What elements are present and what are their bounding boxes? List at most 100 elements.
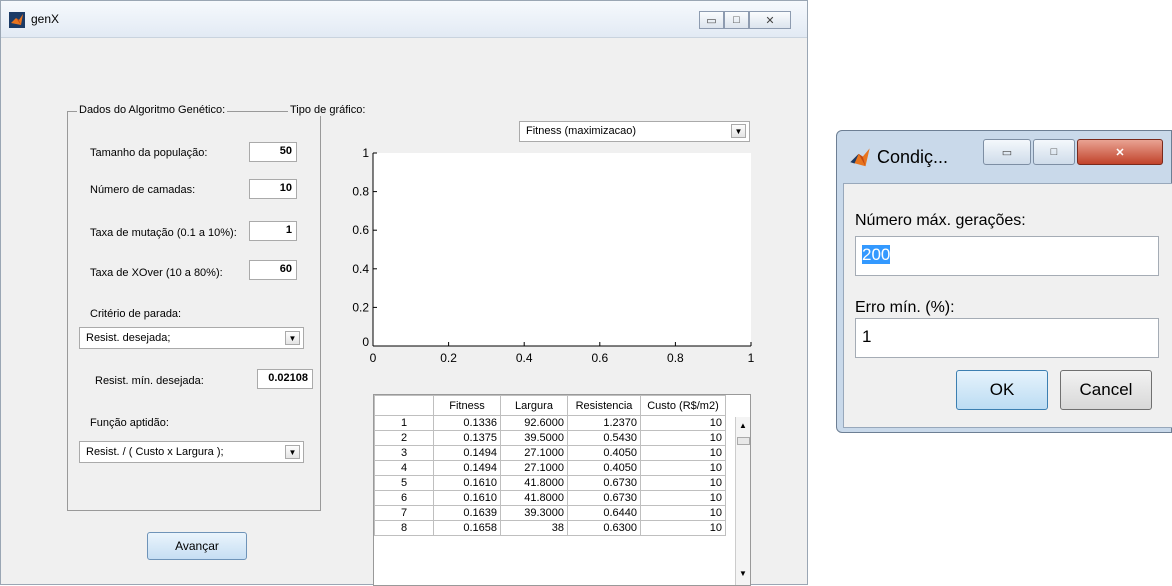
chevron-down-icon: ▼ bbox=[285, 445, 300, 459]
main-title-bar: genX ▭ □ ✕ bbox=[1, 1, 807, 38]
fitness-function-select[interactable]: Resist. / ( Custo x Largura ); ▼ bbox=[79, 441, 304, 463]
minimize-button[interactable]: ▭ bbox=[699, 11, 724, 29]
row-index: 6 bbox=[374, 490, 434, 506]
chart-type-label: Tipo de gráfico: bbox=[288, 104, 368, 116]
max-generations-label: Número máx. gerações: bbox=[855, 212, 1026, 229]
table-cell[interactable]: 0.1336 bbox=[433, 415, 501, 431]
table-cell[interactable]: 41.8000 bbox=[500, 490, 568, 506]
x-tick-label: 1 bbox=[748, 351, 755, 365]
table-cell[interactable]: 1.2370 bbox=[567, 415, 641, 431]
y-tick-label: 0.6 bbox=[352, 223, 369, 237]
row-index: 2 bbox=[374, 430, 434, 446]
row-index: 8 bbox=[374, 520, 434, 536]
table-corner bbox=[374, 395, 434, 416]
table-cell[interactable]: 0.6440 bbox=[567, 505, 641, 521]
table-cell[interactable]: 0.1494 bbox=[433, 445, 501, 461]
dialog-minimize-button[interactable]: ▭ bbox=[983, 139, 1031, 165]
chevron-down-icon: ▼ bbox=[731, 124, 746, 138]
table-cell[interactable]: 92.6000 bbox=[500, 415, 568, 431]
table-cell[interactable]: 0.5430 bbox=[567, 430, 641, 446]
table-cell[interactable]: 0.1639 bbox=[433, 505, 501, 521]
table-cell[interactable]: 0.1494 bbox=[433, 460, 501, 476]
table-cell[interactable]: 38 bbox=[500, 520, 568, 536]
table-cell[interactable]: 10 bbox=[640, 460, 726, 476]
results-table[interactable]: Fitness Largura Resistencia Custo (R$/m2… bbox=[373, 394, 751, 586]
min-error-label: Erro mín. (%): bbox=[855, 299, 955, 316]
table-cell[interactable]: 0.1610 bbox=[433, 490, 501, 506]
table-cell[interactable]: 27.1000 bbox=[500, 460, 568, 476]
scroll-thumb[interactable] bbox=[737, 437, 750, 445]
col-header-custo[interactable]: Custo (R$/m2) bbox=[640, 395, 726, 416]
dialog-close-button[interactable]: ✕ bbox=[1077, 139, 1163, 165]
table-row[interactable]: 7 0.1639 39.3000 0.6440 10 bbox=[374, 505, 726, 521]
table-cell[interactable]: 0.1375 bbox=[433, 430, 501, 446]
window-caption-buttons: ▭ □ ✕ bbox=[699, 11, 791, 29]
table-cell[interactable]: 10 bbox=[640, 430, 726, 446]
mutation-rate-label: Taxa de mutação (0.1 a 10%): bbox=[90, 227, 237, 239]
x-tick-label: 0.2 bbox=[440, 351, 457, 365]
table-cell[interactable]: 41.8000 bbox=[500, 475, 568, 491]
x-tick-label: 0.8 bbox=[667, 351, 684, 365]
dialog-body: Número máx. gerações: 200 Erro mín. (%):… bbox=[843, 183, 1172, 428]
table-row[interactable]: 6 0.1610 41.8000 0.6730 10 bbox=[374, 490, 726, 506]
min-error-input[interactable]: 1 bbox=[855, 318, 1159, 358]
min-resistance-input[interactable]: 0.02108 bbox=[257, 369, 313, 389]
main-window-title: genX bbox=[31, 12, 60, 26]
close-icon: ✕ bbox=[1115, 146, 1125, 159]
table-row[interactable]: 4 0.1494 27.1000 0.4050 10 bbox=[374, 460, 726, 476]
layers-count-input[interactable]: 10 bbox=[249, 179, 297, 199]
table-cell[interactable]: 0.6730 bbox=[567, 490, 641, 506]
stop-criterion-value: Resist. desejada; bbox=[86, 332, 171, 344]
col-header-fitness[interactable]: Fitness bbox=[433, 395, 501, 416]
close-button[interactable]: ✕ bbox=[749, 11, 791, 29]
y-tick-label: 0.4 bbox=[352, 262, 369, 276]
table-cell[interactable]: 10 bbox=[640, 475, 726, 491]
table-row[interactable]: 1 0.1336 92.6000 1.2370 10 bbox=[374, 415, 726, 431]
stop-criterion-select[interactable]: Resist. desejada; ▼ bbox=[79, 327, 304, 349]
dialog-maximize-button[interactable]: □ bbox=[1033, 139, 1075, 165]
table-cell[interactable]: 0.4050 bbox=[567, 445, 641, 461]
min-resistance-label: Resist. mín. desejada: bbox=[95, 375, 204, 387]
table-row[interactable]: 3 0.1494 27.1000 0.4050 10 bbox=[374, 445, 726, 461]
y-tick-label: 0.8 bbox=[352, 185, 369, 199]
table-cell[interactable]: 0.6300 bbox=[567, 520, 641, 536]
table-cell[interactable]: 10 bbox=[640, 505, 726, 521]
table-cell[interactable]: 27.1000 bbox=[500, 445, 568, 461]
table-cell[interactable]: 0.1658 bbox=[433, 520, 501, 536]
scroll-up-icon[interactable]: ▲ bbox=[739, 421, 747, 430]
table-cell[interactable]: 0.6730 bbox=[567, 475, 641, 491]
minimize-icon: ▭ bbox=[1001, 146, 1013, 159]
minimize-icon: ▭ bbox=[706, 14, 717, 27]
dialog-title: Condiç... bbox=[877, 147, 949, 167]
avancar-button[interactable]: Avançar bbox=[147, 532, 247, 560]
table-cell[interactable]: 39.5000 bbox=[500, 430, 568, 446]
table-vertical-scrollbar[interactable]: ▲ ▼ bbox=[735, 417, 750, 585]
close-icon: ✕ bbox=[765, 14, 775, 27]
mutation-rate-input[interactable]: 1 bbox=[249, 221, 297, 241]
ok-button[interactable]: OK bbox=[956, 370, 1048, 410]
col-header-largura[interactable]: Largura bbox=[500, 395, 568, 416]
table-body: 1 0.1336 92.6000 1.2370 10 2 0.1375 39.5000 0.54… bbox=[374, 415, 726, 536]
table-cell[interactable]: 10 bbox=[640, 490, 726, 506]
cancel-button[interactable]: Cancel bbox=[1060, 370, 1152, 410]
maximize-button[interactable]: □ bbox=[724, 11, 749, 29]
chart-type-select[interactable]: Fitness (maximizacao) ▼ bbox=[519, 121, 750, 142]
table-row[interactable]: 2 0.1375 39.5000 0.5430 10 bbox=[374, 430, 726, 446]
table-cell[interactable]: 10 bbox=[640, 415, 726, 431]
max-generations-input[interactable]: 200 bbox=[855, 236, 1159, 276]
col-header-resistencia[interactable]: Resistencia bbox=[567, 395, 641, 416]
xover-rate-input[interactable]: 60 bbox=[249, 260, 297, 280]
table-cell[interactable]: 10 bbox=[640, 445, 726, 461]
max-generations-value: 200 bbox=[862, 245, 891, 264]
fitness-function-value: Resist. / ( Custo x Largura ); bbox=[86, 446, 224, 458]
table-cell[interactable]: 39.3000 bbox=[500, 505, 568, 521]
scroll-down-icon[interactable]: ▼ bbox=[739, 569, 747, 578]
table-cell[interactable]: 10 bbox=[640, 520, 726, 536]
table-cell[interactable]: 0.1610 bbox=[433, 475, 501, 491]
table-row[interactable]: 5 0.1610 41.8000 0.6730 10 bbox=[374, 475, 726, 491]
table-cell[interactable]: 0.4050 bbox=[567, 460, 641, 476]
y-tick-label: 1 bbox=[362, 146, 369, 160]
population-size-input[interactable]: 50 bbox=[249, 142, 297, 162]
chevron-down-icon: ▼ bbox=[285, 331, 300, 345]
table-row[interactable]: 8 0.1658 38 0.6300 10 bbox=[374, 520, 726, 536]
